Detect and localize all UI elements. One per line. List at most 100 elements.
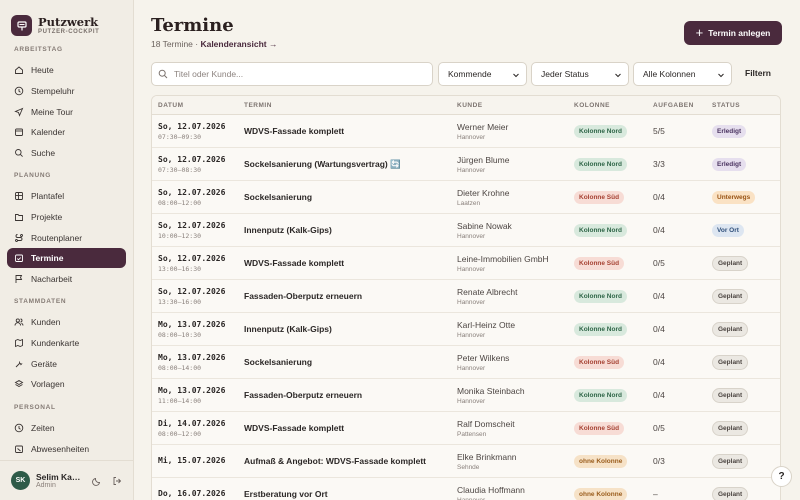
calendar-icon bbox=[15, 128, 23, 137]
logout-icon[interactable] bbox=[112, 476, 122, 486]
user-name: Selim Ka… bbox=[36, 472, 81, 482]
sidebar-item-kalender[interactable]: Kalender bbox=[7, 122, 126, 142]
row-appointment-title[interactable]: Sockelsanierung bbox=[244, 192, 457, 202]
column-header-crew[interactable]: KOLONNE bbox=[574, 102, 653, 109]
sidebar-item-stempeluhr[interactable]: Stempeluhr bbox=[7, 81, 126, 101]
chevron-down-icon bbox=[513, 73, 519, 78]
table-row[interactable]: So, 12.07.2026 07:30–08:30 Sockelsanierun… bbox=[152, 148, 780, 181]
column-header-customer[interactable]: KUNDE bbox=[457, 102, 574, 109]
table-row[interactable]: Di, 14.07.2026 08:00–12:00 WDVS-Fassade k… bbox=[152, 412, 780, 445]
sidebar-item-label: Projekte bbox=[31, 211, 63, 222]
table-row[interactable]: So, 12.07.2026 07:30–09:30 WDVS-Fassade k… bbox=[152, 115, 780, 148]
search-box[interactable] bbox=[151, 62, 433, 86]
row-appointment-title[interactable]: Fassaden-Oberputz erneuern bbox=[244, 390, 457, 400]
table-row[interactable]: So, 12.07.2026 13:30–16:00 Fassaden-Oberp… bbox=[152, 280, 780, 313]
help-button[interactable]: ? bbox=[771, 466, 792, 487]
time-select[interactable]: Kommende bbox=[438, 62, 527, 86]
row-appointment-title[interactable]: WDVS-Fassade komplett bbox=[244, 423, 457, 433]
page-subtitle: 18 Termine · Kalenderansicht → bbox=[151, 39, 277, 49]
dark-mode-moon-icon[interactable] bbox=[92, 476, 102, 486]
row-date: Mi, 15.07.2026 bbox=[158, 455, 226, 465]
chevron-down-icon bbox=[718, 73, 724, 78]
clock-icon bbox=[14, 86, 24, 96]
avatar[interactable]: SK bbox=[11, 471, 30, 490]
table-row[interactable]: So, 12.07.2026 08:00–12:00 Sockelsanierun… bbox=[152, 181, 780, 214]
calendar-view-link[interactable]: Kalenderansicht → bbox=[200, 39, 277, 49]
search-input[interactable] bbox=[174, 69, 424, 79]
row-appointment-title[interactable]: Sockelsanierung (Wartungsvertrag) 🔄 bbox=[244, 159, 457, 170]
appointments-table: DATUM TERMIN KUNDE KOLONNE AUFGABEN STAT… bbox=[151, 95, 781, 500]
row-tasks: 0/4 bbox=[653, 225, 665, 235]
crew-badge: ohne Kolonne bbox=[574, 454, 628, 468]
row-tasks: 0/4 bbox=[653, 390, 665, 400]
row-customer-city: Hannover bbox=[457, 298, 486, 306]
row-appointment-title[interactable]: Aufmaß & Angebot: WDVS-Fassade komplett bbox=[244, 456, 457, 466]
table-row[interactable]: So, 12.07.2026 10:00–12:30 Innenputz (Kal… bbox=[152, 214, 780, 247]
table-row[interactable]: Mi, 15.07.2026 Aufmaß & Angebot: WDVS-Fa… bbox=[152, 445, 780, 478]
status-select-value: Jeder Status bbox=[541, 69, 589, 79]
column-select-value: Alle Kolonnen bbox=[643, 69, 696, 79]
table-row[interactable]: Mo, 13.07.2026 08:00–10:30 Innenputz (Kal… bbox=[152, 313, 780, 346]
sidebar-item-meine-tour[interactable]: Meine Tour bbox=[7, 102, 126, 122]
row-customer-city: Hannover bbox=[457, 232, 486, 240]
row-appointment-title[interactable]: Fassaden-Oberputz erneuern bbox=[244, 291, 457, 301]
row-customer-name: Sabine Nowak bbox=[457, 220, 512, 231]
search-icon bbox=[158, 69, 168, 79]
sidebar-item-vorlagen[interactable]: Vorlagen bbox=[7, 374, 126, 394]
row-time: 08:00–12:00 bbox=[158, 198, 202, 207]
sidebar-item-label: Meine Tour bbox=[31, 106, 73, 117]
sidebar-item-zeiten[interactable]: Zeiten bbox=[7, 418, 126, 438]
column-header-tasks[interactable]: AUFGABEN bbox=[653, 102, 712, 109]
row-customer-city: Hannover bbox=[457, 397, 486, 405]
table-row[interactable]: So, 12.07.2026 13:00–16:30 WDVS-Fassade k… bbox=[152, 247, 780, 280]
row-tasks: 0/4 bbox=[653, 291, 665, 301]
brand[interactable]: Putzwerk PUTZER-COCKPIT bbox=[0, 0, 133, 40]
row-appointment-title[interactable]: Innenputz (Kalk-Gips) bbox=[244, 324, 457, 334]
column-select[interactable]: Alle Kolonnen bbox=[633, 62, 732, 86]
table-row[interactable]: Do, 16.07.2026 Erstberatung vor Ort Clau… bbox=[152, 478, 780, 500]
page-title: Termine bbox=[151, 15, 234, 36]
route-icon bbox=[15, 233, 23, 242]
sidebar-item-geräte[interactable]: Geräte bbox=[7, 354, 126, 374]
row-appointment-title[interactable]: Erstberatung vor Ort bbox=[244, 489, 457, 499]
navigation-icon bbox=[14, 107, 24, 117]
appointment-count: 18 Termine · bbox=[151, 39, 201, 49]
row-tasks: 0/5 bbox=[653, 423, 665, 433]
column-header-date[interactable]: DATUM bbox=[152, 102, 244, 109]
sidebar-item-nacharbeit[interactable]: Nacharbeit bbox=[7, 269, 126, 289]
row-time: 11:00–14:00 bbox=[158, 396, 202, 405]
row-customer-name: Renate Albrecht bbox=[457, 286, 518, 297]
row-appointment-title[interactable]: Innenputz (Kalk-Gips) bbox=[244, 225, 457, 235]
folder-icon bbox=[15, 213, 23, 221]
row-appointment-title[interactable]: WDVS-Fassade komplett bbox=[244, 126, 457, 136]
sidebar-item-label: Kundenkarte bbox=[31, 337, 80, 348]
row-appointment-title[interactable]: Sockelsanierung bbox=[244, 357, 457, 367]
row-appointment-title[interactable]: WDVS-Fassade komplett bbox=[244, 258, 457, 268]
column-header-appointment[interactable]: TERMIN bbox=[244, 102, 457, 109]
status-badge: Unterwegs bbox=[712, 190, 756, 204]
column-header-status[interactable]: STATUS bbox=[712, 102, 780, 109]
sidebar-item-projekte[interactable]: Projekte bbox=[7, 207, 126, 227]
table-row[interactable]: Mo, 13.07.2026 08:00–14:00 Sockelsanierun… bbox=[152, 346, 780, 379]
sidebar-item-kundenkarte[interactable]: Kundenkarte bbox=[7, 333, 126, 353]
sidebar-item-kunden[interactable]: Kunden bbox=[7, 312, 126, 332]
sidebar-item-abwesenheiten[interactable]: Abwesenheiten bbox=[7, 439, 126, 459]
new-appointment-button[interactable]: + Termin anlegen bbox=[684, 21, 782, 45]
row-date: Mo, 13.07.2026 bbox=[158, 319, 226, 329]
sidebar-item-label: Routenplaner bbox=[31, 232, 83, 243]
sidebar-item-termine[interactable]: Termine bbox=[7, 248, 126, 269]
crew-badge: Kolonne Nord bbox=[574, 289, 627, 303]
sidebar-item-heute[interactable]: Heute bbox=[7, 60, 126, 80]
status-select[interactable]: Jeder Status bbox=[531, 62, 629, 86]
sidebar-item-plantafel[interactable]: Plantafel bbox=[7, 186, 126, 206]
filter-button[interactable]: Filtern bbox=[745, 68, 771, 78]
row-time: 10:00–12:30 bbox=[158, 231, 202, 240]
table-row[interactable]: Mo, 13.07.2026 11:00–14:00 Fassaden-Oberp… bbox=[152, 379, 780, 412]
status-badge: Vor Ort bbox=[712, 223, 744, 237]
row-tasks: 0/5 bbox=[653, 258, 665, 268]
sidebar-item-routenplaner[interactable]: Routenplaner bbox=[7, 228, 126, 248]
row-customer-name: Claudia Hoffmann bbox=[457, 484, 525, 495]
sidebar-item-suche[interactable]: Suche bbox=[7, 143, 126, 163]
row-customer-city: Hannover bbox=[457, 265, 486, 273]
row-time: 08:00–12:00 bbox=[158, 429, 202, 438]
